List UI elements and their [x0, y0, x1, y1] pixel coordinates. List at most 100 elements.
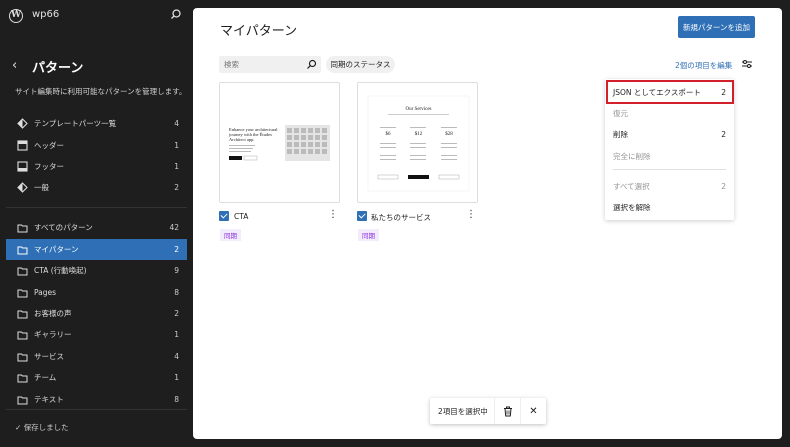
menu-item-label: 復元	[613, 108, 628, 118]
sidebar-item-my-patterns[interactable]: マイパターン 2	[6, 239, 187, 260]
sidebar-item-testimonials[interactable]: お客様の声 2	[6, 304, 187, 323]
svg-text:Architect app.: Architect app.	[229, 137, 255, 142]
search-placeholder: 検索	[224, 60, 239, 69]
sidebar-item-services[interactable]: サービス 4	[6, 347, 187, 366]
menu-divider	[613, 169, 726, 170]
pattern-card-preview[interactable]: Enhance your architectural journey with …	[219, 82, 340, 203]
sidebar-item-count: 1	[174, 141, 179, 150]
sidebar-item-label: すべてのパターン	[34, 223, 93, 232]
search-icon	[307, 59, 317, 69]
menu-item-count: 2	[721, 181, 726, 191]
sidebar-item-text[interactable]: テキスト 8	[6, 390, 187, 409]
back-arrow-icon[interactable]: ‹	[12, 58, 17, 73]
sidebar-item-label: お客様の声	[34, 309, 72, 318]
menu-item-label: 削除	[613, 129, 628, 139]
svg-text:$12: $12	[415, 132, 423, 137]
services-preview-image: Our Services $6 $12 $28	[358, 83, 477, 202]
selection-bar: 2項目を選択中 ✕	[430, 398, 546, 424]
folder-icon	[16, 394, 28, 406]
sidebar-item-label: テンプレートパーツ一覧	[34, 119, 117, 128]
footer-icon	[16, 161, 28, 173]
sync-badge: 同期	[358, 229, 379, 241]
sync-status-filter[interactable]: 同期のステータス	[326, 56, 395, 73]
sidebar-divider	[6, 409, 187, 410]
sidebar-title: パターン	[32, 61, 84, 76]
folder-icon	[16, 244, 28, 256]
pattern-card-preview[interactable]: Our Services $6 $12 $28	[357, 82, 478, 203]
menu-item-delete[interactable]: 削除 2	[605, 125, 734, 143]
sidebar-item-template-parts[interactable]: テンプレートパーツ一覧 4	[6, 114, 187, 133]
site-name[interactable]: wp66	[32, 9, 59, 20]
menu-item-count: 2	[721, 129, 726, 139]
sidebar-item-count: 1	[174, 330, 179, 339]
sidebar-item-label: マイパターン	[34, 245, 79, 254]
sync-badge: 同期	[220, 229, 241, 241]
sidebar-item-label: ヘッダー	[34, 141, 64, 150]
view-options-icon[interactable]	[741, 58, 753, 70]
search-icon[interactable]	[170, 8, 184, 22]
template-parts-icon	[16, 118, 28, 130]
menu-item-select-all[interactable]: すべて選択 2	[605, 177, 734, 195]
sidebar-item-count: 1	[174, 162, 179, 171]
pattern-checkbox[interactable]	[357, 211, 367, 221]
sidebar-item-count: 4	[174, 119, 179, 128]
sidebar-item-label: CTA (行動喚起)	[34, 266, 87, 275]
menu-item-restore[interactable]: 復元	[605, 104, 734, 122]
sidebar-item-all-patterns[interactable]: すべてのパターン 42	[6, 218, 187, 237]
menu-item-label: 選択を解除	[613, 202, 651, 212]
check-icon: ✓	[15, 423, 22, 432]
header-icon	[16, 140, 28, 152]
svg-text:$6: $6	[386, 132, 392, 137]
sidebar-item-label: 一般	[34, 183, 49, 192]
sidebar-item-count: 1	[174, 373, 179, 382]
sidebar-item-gallery[interactable]: ギャラリー 1	[6, 325, 187, 344]
folder-icon	[16, 222, 28, 234]
sidebar: W wp66 ‹ パターン サイト編集時に利用可能なパターンを管理します。 テン…	[0, 0, 193, 447]
menu-item-deselect[interactable]: 選択を解除	[605, 198, 734, 216]
sidebar-item-label: ギャラリー	[34, 330, 72, 339]
edit-items-link[interactable]: 2個の項目を編集	[675, 60, 732, 71]
sidebar-item-cta[interactable]: CTA (行動喚起) 9	[6, 261, 187, 280]
folder-icon	[16, 308, 28, 320]
sidebar-description: サイト編集時に利用可能なパターンを管理します。	[15, 87, 187, 96]
sidebar-item-general[interactable]: 一般 2	[6, 178, 187, 197]
pattern-name[interactable]: CTA	[234, 212, 248, 221]
folder-icon	[16, 351, 28, 363]
sidebar-item-count: 4	[174, 352, 179, 361]
more-options-icon[interactable]: ⋮	[466, 209, 476, 220]
add-pattern-button[interactable]: 新規パターンを追加	[678, 16, 755, 38]
sidebar-item-count: 8	[174, 395, 179, 404]
wordpress-logo-icon[interactable]: W	[9, 9, 23, 23]
folder-icon	[16, 287, 28, 299]
menu-item-label: 完全に削除	[613, 151, 651, 161]
pattern-name[interactable]: 私たちのサービス	[371, 212, 431, 223]
sidebar-item-label: チーム	[34, 373, 57, 382]
menu-item-permanently-delete[interactable]: 完全に削除	[605, 147, 734, 165]
svg-text:$28: $28	[445, 132, 453, 137]
close-icon[interactable]: ✕	[520, 398, 546, 424]
sidebar-item-team[interactable]: チーム 1	[6, 368, 187, 387]
sidebar-header: W wp66	[0, 0, 193, 34]
folder-icon	[16, 265, 28, 277]
sidebar-item-count: 2	[174, 183, 179, 192]
selection-count: 2項目を選択中	[438, 406, 488, 416]
sidebar-item-label: テキスト	[34, 395, 64, 404]
svg-text:Our Services: Our Services	[406, 107, 432, 112]
sidebar-item-label: Pages	[34, 288, 57, 297]
sidebar-item-count: 42	[169, 223, 179, 232]
sidebar-item-count: 2	[174, 309, 179, 318]
search-input[interactable]: 検索	[219, 56, 321, 73]
pattern-checkbox[interactable]	[219, 211, 229, 221]
sidebar-item-label: フッター	[34, 162, 64, 171]
more-options-icon[interactable]: ⋮	[328, 209, 338, 220]
bulk-actions-menu: JSON としてエクスポート 2 復元 削除 2 完全に削除 すべて選択 2 選…	[605, 79, 734, 220]
sidebar-item-pages[interactable]: Pages 8	[6, 283, 187, 302]
sidebar-item-count: 8	[174, 288, 179, 297]
sidebar-item-header[interactable]: ヘッダー 1	[6, 136, 187, 155]
save-status: ✓ 保存しました	[15, 422, 69, 433]
menu-item-label: すべて選択	[613, 181, 650, 191]
sidebar-item-count: 2	[174, 245, 179, 254]
main-panel: マイパターン 新規パターンを追加 検索 同期のステータス 2個の項目を編集 En…	[193, 8, 782, 439]
trash-icon[interactable]	[494, 398, 520, 424]
sidebar-item-footer[interactable]: フッター 1	[6, 157, 187, 176]
